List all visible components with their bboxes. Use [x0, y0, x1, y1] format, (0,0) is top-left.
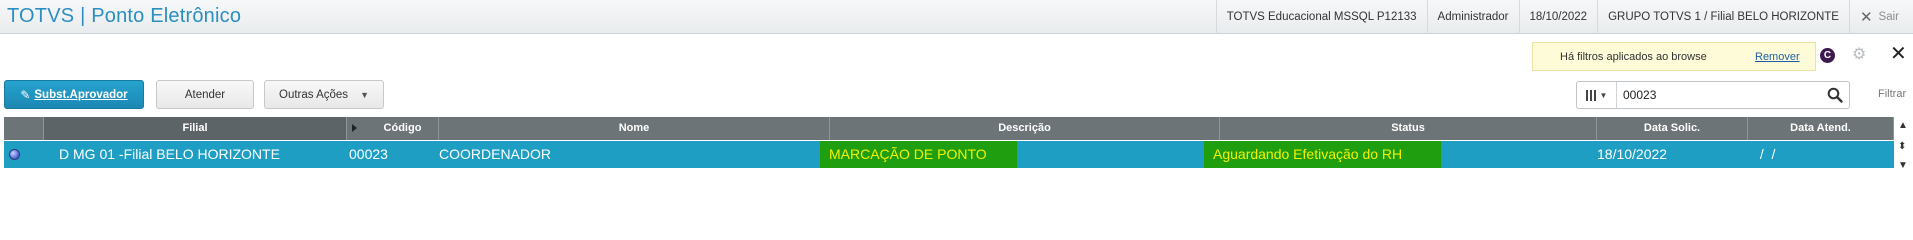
user-label: Administrador: [1426, 0, 1519, 34]
filter-button[interactable]: Filtrar: [1878, 88, 1906, 100]
legend-column-header: [4, 117, 44, 140]
cell-filial: D MG 01 -Filial BELO HORIZONTE: [59, 146, 280, 162]
legend-dot-icon[interactable]: [9, 149, 20, 160]
columns-icon: [1585, 89, 1596, 101]
exit-label: Sair: [1878, 11, 1899, 23]
search-input[interactable]: [1623, 82, 1803, 108]
outras-acoes-label: Outras Ações: [279, 88, 349, 101]
filter-notice: Há filtros aplicados ao browse Remover: [1532, 42, 1816, 71]
top-info: TOTVS Educacional MSSQL P12133 Administr…: [1215, 0, 1913, 34]
column-header-nome[interactable]: Nome: [439, 117, 830, 140]
subst-aprovador-button[interactable]: ✎ Subst.Aprovador: [4, 80, 144, 109]
company-label: GRUPO TOTVS 1 / Filial BELO HORIZONTE: [1597, 0, 1849, 34]
column-header-codigo[interactable]: Código: [347, 117, 439, 140]
remove-filter-link[interactable]: Remover: [1755, 51, 1800, 63]
outras-acoes-button[interactable]: Outras Ações ▼: [264, 80, 384, 109]
column-header-data-atend[interactable]: Data Atend.: [1748, 117, 1894, 140]
cell-data-solic: 18/10/2022: [1597, 146, 1668, 162]
filter-notice-message: Há filtros aplicados ao browse: [1560, 51, 1707, 63]
cell-data-atend: / /: [1756, 146, 1776, 162]
column-header-filial[interactable]: Filial: [44, 117, 347, 140]
top-bar: TOTVS | Ponto Eletrônico TOTVS Educacion…: [0, 0, 1913, 34]
search-box: ▼: [1576, 81, 1850, 109]
column-header-descricao[interactable]: Descrição: [830, 117, 1220, 140]
table-row[interactable]: D MG 01 -Filial BELO HORIZONTE 00023 COO…: [4, 141, 1894, 168]
grid-scrollbar[interactable]: ▲ ⬍ ▼: [1896, 117, 1913, 177]
chevron-down-icon: ▼: [1599, 90, 1608, 100]
scroll-down-icon[interactable]: ▼: [1898, 161, 1908, 171]
column-header-status[interactable]: Status: [1220, 117, 1597, 140]
grid-header: Filial Código Nome Descrição Status Data…: [4, 117, 1894, 140]
subst-aprovador-label: Subst.Aprovador: [34, 88, 128, 101]
pencil-icon: ✎: [20, 87, 31, 102]
cell-nome: COORDENADOR: [439, 146, 552, 162]
date-label: 18/10/2022: [1518, 0, 1598, 34]
exit-button[interactable]: ✕ Sair: [1848, 0, 1913, 34]
scroll-step-icon[interactable]: ⬍: [1898, 142, 1906, 152]
column-selector[interactable]: ▼: [1577, 82, 1617, 108]
cell-status: Aguardando Efetivação do RH: [1204, 141, 1441, 168]
app-title: TOTVS | Ponto Eletrônico: [7, 5, 242, 27]
environment-label: TOTVS Educacional MSSQL P12133: [1215, 0, 1427, 34]
scroll-up-icon[interactable]: ▲: [1898, 121, 1908, 131]
column-header-data-solic[interactable]: Data Solic.: [1597, 117, 1748, 140]
atender-button[interactable]: Atender: [156, 80, 254, 109]
search-icon[interactable]: [1827, 87, 1843, 103]
cell-codigo: 00023: [349, 146, 388, 162]
circle-c-icon[interactable]: C: [1820, 48, 1835, 63]
gear-icon[interactable]: ⚙: [1852, 46, 1866, 64]
atender-label: Atender: [184, 88, 226, 101]
close-icon: ✕: [1859, 9, 1873, 26]
cell-descricao: MARCAÇÃO DE PONTO: [820, 141, 1017, 168]
close-icon[interactable]: ✕: [1890, 43, 1907, 65]
chevron-down-icon: ▼: [360, 89, 369, 100]
